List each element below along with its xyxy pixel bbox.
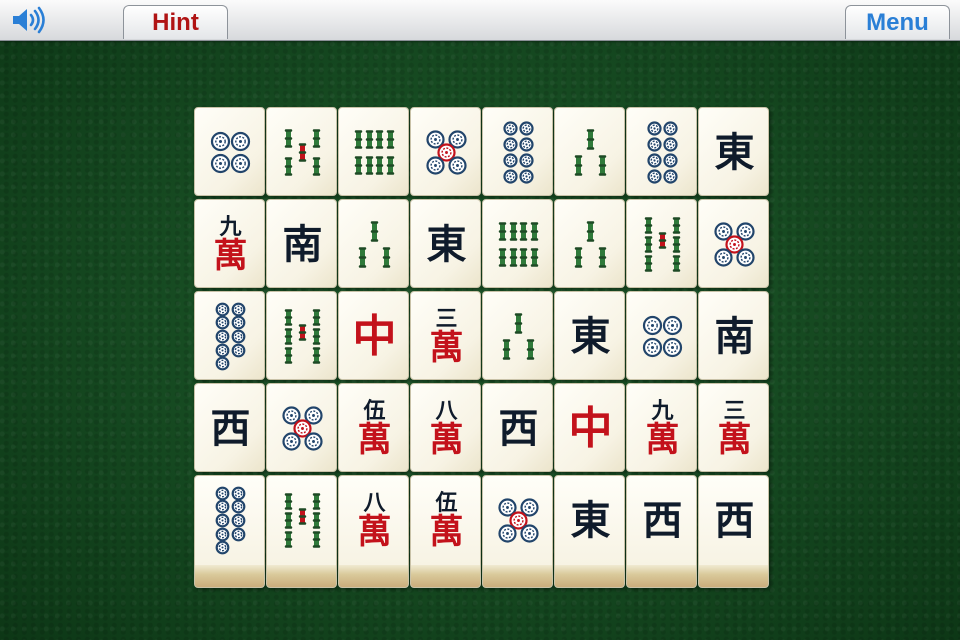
tile-r4-c3-character[interactable]: 伍萬: [338, 383, 409, 472]
character-wan: 萬: [429, 512, 464, 552]
character-wan: 萬: [717, 420, 752, 460]
tile-r1-c1-circle-4[interactable]: [194, 107, 265, 196]
circle-8-icon: [647, 121, 678, 184]
top-toolbar: Hint Menu: [0, 0, 960, 41]
wind-glyph: 南: [282, 220, 323, 268]
bamboo-3-icon: [358, 221, 391, 268]
wind-glyph: 南: [714, 312, 755, 360]
tile-r1-c3-bamboo-8[interactable]: [338, 107, 409, 196]
tile-r5-c7-wind[interactable]: 西: [626, 475, 697, 588]
tile-r3-c7-circle-4[interactable]: [626, 291, 697, 380]
dragon-glyph: 中: [568, 402, 613, 454]
circle-5-icon: [498, 498, 539, 543]
tile-r4-c5-wind[interactable]: 西: [482, 383, 553, 472]
tile-r1-c7-circle-8[interactable]: [626, 107, 697, 196]
circle-5-icon: [714, 222, 755, 267]
tile-r5-c2-bamboo-7[interactable]: [266, 475, 337, 588]
tile-r5-c4-character[interactable]: 伍萬: [410, 475, 481, 588]
wind-glyph: 東: [426, 220, 467, 268]
tile-r2-c3-bamboo-3[interactable]: [338, 199, 409, 288]
character-number: 八: [435, 398, 458, 424]
wind-glyph: 西: [642, 496, 683, 544]
tile-r4-c1-wind[interactable]: 西: [194, 383, 265, 472]
tile-r1-c5-circle-8[interactable]: [482, 107, 553, 196]
tile-r5-c3-character[interactable]: 八萬: [338, 475, 409, 588]
character-wan: 萬: [357, 512, 392, 552]
tile-r5-c8-wind[interactable]: 西: [698, 475, 769, 588]
character-wan: 萬: [213, 236, 248, 276]
character-number: 伍: [435, 490, 458, 516]
tile-r3-c8-wind[interactable]: 南: [698, 291, 769, 380]
wind-glyph: 東: [570, 312, 611, 360]
mahjong-board: 東九萬南東中三萬東南西伍萬八萬西中九萬三萬八萬伍萬東西西: [194, 107, 771, 593]
character-wan: 萬: [645, 420, 680, 460]
circle-5-icon: [426, 130, 467, 175]
tile-r3-c2-bamboo-7[interactable]: [266, 291, 337, 380]
wind-glyph: 西: [210, 404, 251, 452]
character-number: 九: [219, 214, 242, 240]
circle-5-icon: [282, 406, 323, 451]
tile-r2-c1-character[interactable]: 九萬: [194, 199, 265, 288]
tile-r1-c6-bamboo-3[interactable]: [554, 107, 625, 196]
circle-9-icon: [215, 302, 246, 371]
tile-r4-c4-character[interactable]: 八萬: [410, 383, 481, 472]
tile-r2-c7-bamboo-7[interactable]: [626, 199, 697, 288]
tile-r2-c6-bamboo-3[interactable]: [554, 199, 625, 288]
tile-r4-c2-circle-5[interactable]: [266, 383, 337, 472]
character-number: 八: [363, 490, 386, 516]
character-number: 三: [723, 398, 746, 424]
dragon-glyph: 中: [352, 310, 397, 362]
circle-8-icon: [503, 121, 534, 184]
tile-r3-c6-wind[interactable]: 東: [554, 291, 625, 380]
tile-r1-c2-bamboo-5[interactable]: [266, 107, 337, 196]
tile-r3-c3-dragon[interactable]: 中: [338, 291, 409, 380]
tile-r5-c5-circle-5[interactable]: [482, 475, 553, 588]
tile-r2-c2-wind[interactable]: 南: [266, 199, 337, 288]
tile-r5-c1-circle-9[interactable]: [194, 475, 265, 588]
character-wan: 萬: [429, 328, 464, 368]
tile-r3-c1-circle-9[interactable]: [194, 291, 265, 380]
speaker-icon[interactable]: [10, 6, 50, 34]
wind-glyph: 西: [498, 404, 539, 452]
tile-r4-c8-character[interactable]: 三萬: [698, 383, 769, 472]
bamboo-7-icon: [284, 309, 321, 364]
bamboo-8-icon: [354, 130, 395, 175]
character-number: 九: [651, 398, 674, 424]
circle-4-icon: [210, 131, 251, 174]
tile-r4-c7-character[interactable]: 九萬: [626, 383, 697, 472]
character-wan: 萬: [357, 420, 392, 460]
tile-r1-c4-circle-5[interactable]: [410, 107, 481, 196]
tile-r2-c8-circle-5[interactable]: [698, 199, 769, 288]
wind-glyph: 東: [714, 128, 755, 176]
bamboo-3-icon: [574, 221, 607, 268]
tile-r4-c6-dragon[interactable]: 中: [554, 383, 625, 472]
circle-4-icon: [642, 315, 683, 358]
bamboo-7-icon: [644, 217, 681, 272]
bamboo-8-icon: [498, 222, 539, 267]
bamboo-3-icon: [502, 313, 535, 360]
tile-r3-c4-character[interactable]: 三萬: [410, 291, 481, 380]
tile-r5-c6-wind[interactable]: 東: [554, 475, 625, 588]
circle-9-icon: [215, 486, 246, 555]
hint-button[interactable]: Hint: [123, 5, 228, 39]
bamboo-7-icon: [284, 493, 321, 548]
wind-glyph: 西: [714, 496, 755, 544]
menu-button[interactable]: Menu: [845, 5, 950, 39]
character-wan: 萬: [429, 420, 464, 460]
character-number: 伍: [363, 398, 386, 424]
tile-r2-c4-wind[interactable]: 東: [410, 199, 481, 288]
bamboo-3-icon: [574, 129, 607, 176]
tile-r1-c8-wind[interactable]: 東: [698, 107, 769, 196]
tile-r3-c5-bamboo-3[interactable]: [482, 291, 553, 380]
tile-r2-c5-bamboo-8[interactable]: [482, 199, 553, 288]
wind-glyph: 東: [570, 496, 611, 544]
bamboo-5-icon: [284, 129, 321, 176]
character-number: 三: [435, 306, 458, 332]
